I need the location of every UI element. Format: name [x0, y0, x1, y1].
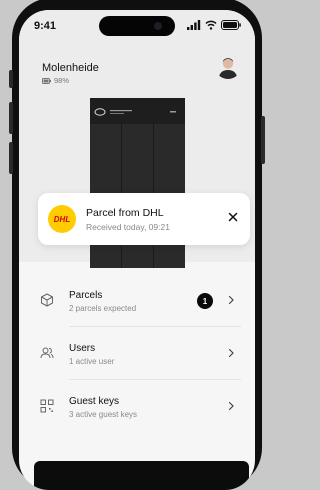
hero-area: 9:41 Molenheide 98% DHL Parcel from DHL … — [19, 10, 255, 268]
users-icon — [40, 347, 54, 359]
status-time: 9:41 — [34, 20, 57, 32]
location-name: Molenheide — [42, 62, 99, 74]
status-bar: 9:41 — [19, 10, 255, 40]
list-item-title: Parcels — [69, 290, 103, 301]
list-item-subtitle: 2 parcels expected — [69, 304, 137, 313]
chevron-right-icon — [228, 295, 234, 305]
user-photo-icon — [215, 53, 241, 79]
phone-side-button — [261, 116, 265, 164]
notification-subtitle: Received today, 09:21 — [86, 222, 170, 232]
phone-side-button — [9, 70, 13, 88]
battery-small-icon — [42, 77, 51, 84]
phone-side-button — [9, 142, 13, 174]
close-icon[interactable] — [226, 210, 240, 224]
dhl-logo: DHL — [48, 205, 76, 233]
battery-level: 98% — [54, 76, 70, 85]
list-item-users[interactable]: Users 1 active user — [33, 326, 241, 378]
status-icons — [187, 19, 241, 31]
app-screen: 9:41 Molenheide 98% DHL Parcel from DHL … — [19, 10, 255, 490]
parcel-notification[interactable]: DHL Parcel from DHL Received today, 09:2… — [38, 193, 250, 245]
locker-screen-icon — [94, 108, 176, 116]
locker-battery: 98% — [42, 76, 99, 85]
location-header: Molenheide 98% — [42, 62, 99, 85]
chevron-right-icon — [228, 401, 234, 411]
battery-icon — [221, 20, 241, 30]
list-item-guest-keys[interactable]: Guest keys 3 active guest keys — [33, 379, 241, 431]
phone-side-button — [9, 102, 13, 134]
list-item-subtitle: 3 active guest keys — [69, 410, 138, 419]
list-item-title: Guest keys — [69, 396, 120, 407]
camera-dot — [154, 22, 162, 30]
box-icon — [41, 293, 53, 307]
locker-display — [90, 98, 185, 124]
chevron-right-icon — [228, 348, 234, 358]
list-item-parcels[interactable]: Parcels 2 parcels expected 1 — [33, 273, 241, 325]
dynamic-island — [99, 16, 175, 36]
notification-title: Parcel from DHL — [86, 207, 164, 219]
wifi-icon — [205, 20, 217, 30]
avatar[interactable] — [215, 53, 241, 79]
count-badge: 1 — [197, 293, 213, 309]
signal-icon — [187, 20, 201, 30]
list-item-title: Users — [69, 343, 96, 354]
list-item-subtitle: 1 active user — [69, 357, 115, 366]
qr-icon — [40, 399, 54, 413]
dhl-logo-text: DHL — [53, 214, 71, 224]
